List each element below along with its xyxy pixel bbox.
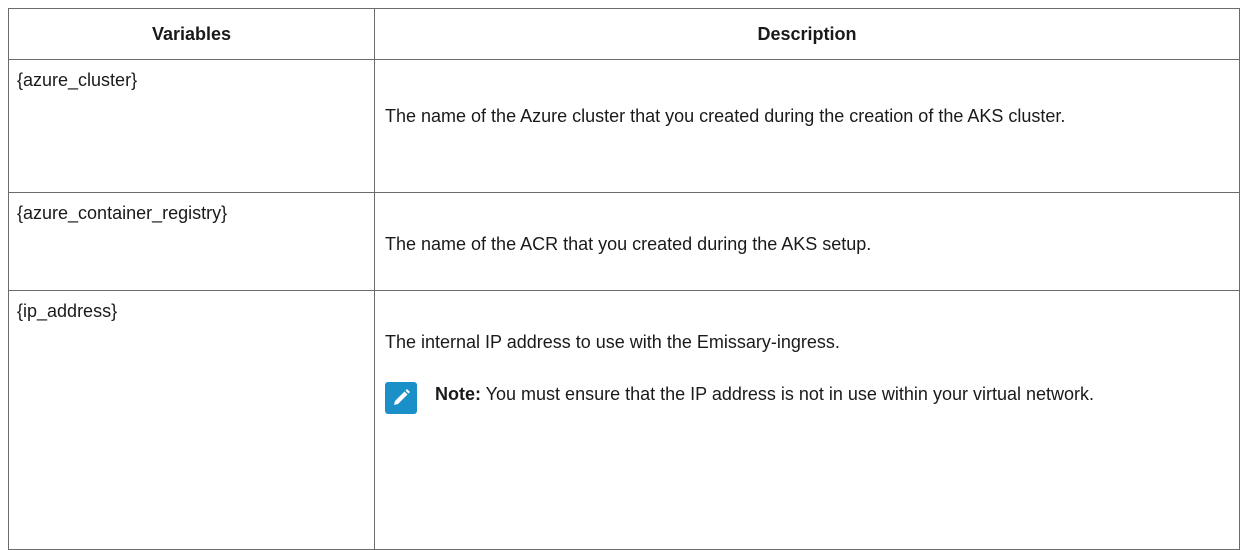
variable-cell: {azure_cluster} [8,59,375,193]
note-callout: Note: You must ensure that the IP addres… [385,378,1219,414]
description-cell: The internal IP address to use with the … [374,290,1240,550]
table-header-row: Variables Description [8,8,1240,60]
header-description: Description [374,8,1240,60]
description-text: The name of the ACR that you created dur… [385,234,872,254]
variable-cell: {azure_container_registry} [8,192,375,291]
description-text: The name of the Azure cluster that you c… [385,106,1066,126]
variables-table: Variables Description {azure_cluster} Th… [8,8,1240,550]
note-text: You must ensure that the IP address is n… [481,384,1095,404]
pencil-icon [385,382,417,414]
table-row: {azure_cluster} The name of the Azure cl… [8,59,1240,193]
note-body: Note: You must ensure that the IP addres… [435,378,1219,410]
variable-cell: {ip_address} [8,290,375,550]
description-text: The internal IP address to use with the … [385,332,840,352]
note-label: Note: [435,384,481,404]
table-row: {ip_address} The internal IP address to … [8,290,1240,550]
description-cell: The name of the ACR that you created dur… [374,192,1240,291]
table-row: {azure_container_registry} The name of t… [8,192,1240,291]
description-cell: The name of the Azure cluster that you c… [374,59,1240,193]
header-variables: Variables [8,8,375,60]
